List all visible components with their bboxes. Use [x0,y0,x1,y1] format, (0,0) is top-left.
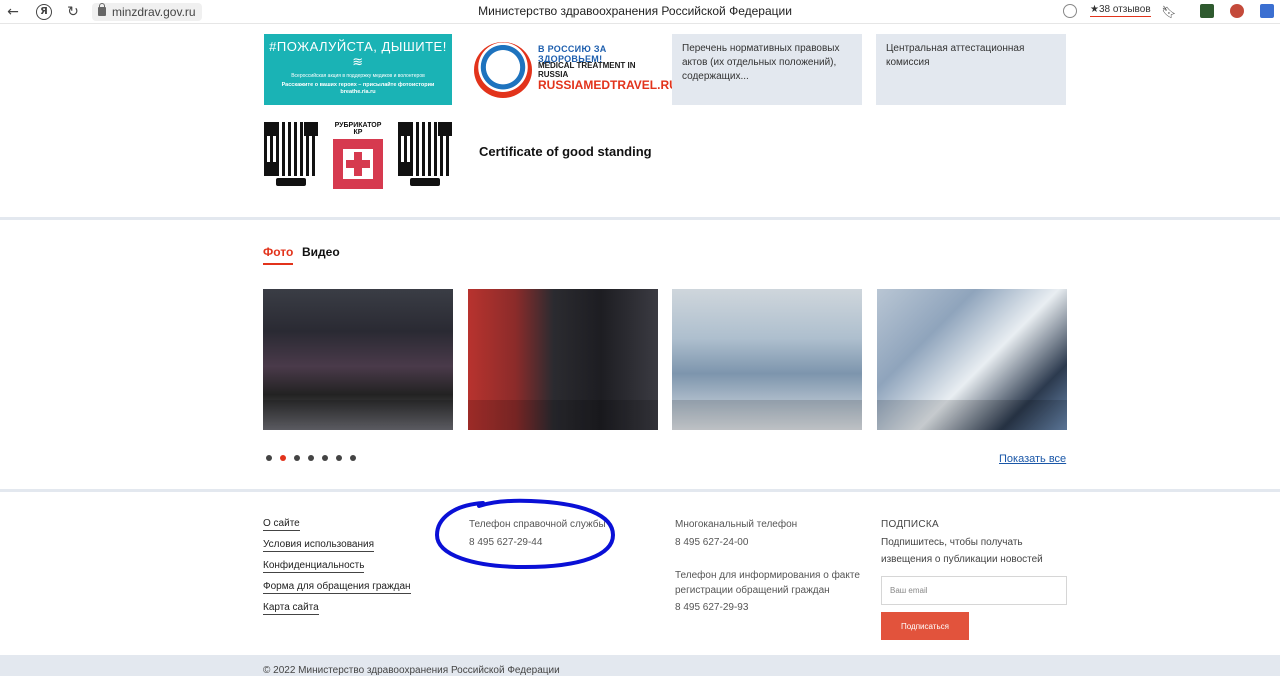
registration-contact: Телефон для информирования о факте регис… [675,568,865,615]
photo-thumbnail[interactable] [468,289,658,430]
reviews-link[interactable]: ★38 отзывов [1090,4,1151,17]
copyright-bar: © 2022 Министерство здравоохранения Росс… [0,655,1280,676]
subscribe-title: ПОДПИСКА [881,519,940,530]
carousel-dot[interactable] [350,455,356,461]
browser-page-title: Министерство здравоохранения Российской … [478,4,792,18]
footer-link-about[interactable]: О сайте [263,518,300,531]
carousel-dots [266,455,356,461]
extension-icon[interactable] [1200,4,1214,18]
registration-phone: 8 495 627-29-93 [675,602,749,613]
section-divider [0,217,1280,220]
carousel-dot[interactable] [308,455,314,461]
bookmark-icon[interactable]: 🔖︎ [1160,3,1178,21]
app-store-badge-icon[interactable] [410,178,440,186]
translate-icon[interactable] [1260,4,1274,18]
breathe-subtitle: Всероссийская акция в поддержку медиков … [291,73,425,79]
carousel-dot[interactable] [336,455,342,461]
carousel-dot[interactable] [280,455,286,461]
footer-links: О сайте Условия использования Конфиденци… [263,518,411,623]
medtravel-banner[interactable]: В РОССИЮ ЗА ЗДОРОВЬЕМ! MEDICAL TREATMENT… [470,38,678,102]
attestation-banner[interactable]: Центральная аттестационная комиссия [876,34,1066,105]
multichannel-label: Многоканальный телефон [675,519,798,530]
qr-code-ios-icon[interactable] [398,122,452,176]
photo-thumbnail[interactable] [672,289,862,430]
carousel-dot[interactable] [294,455,300,461]
highlight-ellipse-annotation [434,498,616,570]
footer-link-sitemap[interactable]: Карта сайта [263,602,319,615]
subscribe-text: Подпишитесь, чтобы получать извещения о … [881,537,1043,565]
show-all-link[interactable]: Показать все [999,453,1066,465]
email-field[interactable] [881,576,1067,605]
rubrikator-label: РУБРИКАТОР КР [334,122,382,136]
carousel-dot[interactable] [322,455,328,461]
multichannel-phone: 8 495 627-24-00 [675,537,749,548]
multichannel-contact: Многоканальный телефон 8 495 627-24-00 [675,517,797,550]
tab-video[interactable]: Видео [302,245,340,259]
footer-divider [0,489,1280,492]
copyright-text: © 2022 Министерство здравоохранения Росс… [263,665,560,676]
medtravel-logo-icon [474,42,532,98]
footer-link-terms[interactable]: Условия использования [263,539,374,552]
footer-link-appeal-form[interactable]: Форма для обращения граждан [263,581,411,594]
qr-code-android-icon[interactable] [264,122,318,176]
subscribe-block: ПОДПИСКА Подпишитесь, чтобы получать изв… [881,517,1071,568]
carousel-dot[interactable] [266,455,272,461]
normative-acts-banner[interactable]: Перечень нормативных правовых актов (их … [672,34,862,105]
google-play-badge-icon[interactable] [276,178,306,186]
medtravel-line2: MEDICAL TREATMENT IN RUSSIA [538,61,636,79]
footer-link-privacy[interactable]: Конфиденциальность [263,560,365,573]
subscribe-button[interactable]: Подписаться [881,612,969,640]
rubrikator-banner[interactable]: РУБРИКАТОР КР [332,122,384,189]
breathe-title: #ПОЖАЛУЙСТА, ДЫШИТЕ!≋ [269,39,447,69]
protect-icon[interactable] [1063,4,1077,18]
browser-toolbar: ← Я ↻ minzdrav.gov.ru Министерство здрав… [0,0,1280,24]
photo-thumbnail[interactable] [877,289,1067,430]
breathe-cta: Расскажите о ваших героях – присылайте ф… [281,82,435,95]
medtravel-line3: RUSSIAMEDTRAVEL.RU [538,78,678,92]
tab-photo[interactable]: Фото [263,245,294,265]
certificate-link[interactable]: Certificate of good standing [479,144,652,159]
medical-cross-icon [333,139,383,189]
extension-avatar-icon[interactable] [1230,4,1244,18]
photo-thumbnail[interactable] [263,289,453,430]
registration-label: Телефон для информирования о факте регис… [675,570,860,596]
breathe-banner[interactable]: #ПОЖАЛУЙСТА, ДЫШИТЕ!≋ Всероссийская акци… [264,34,452,105]
